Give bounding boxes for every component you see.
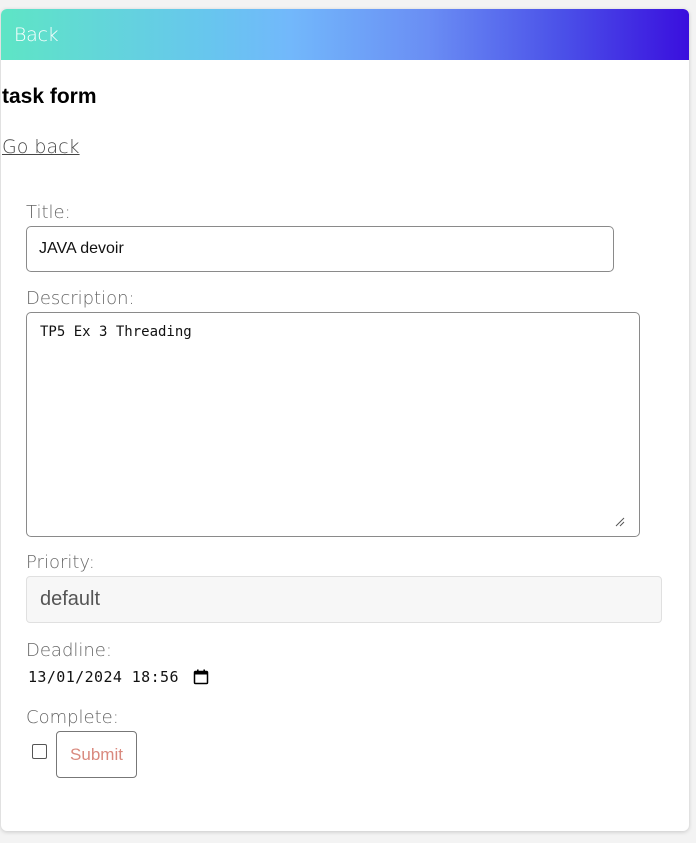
priority-label: Priority: [26,552,95,573]
calendar-icon[interactable] [193,669,209,685]
description-textarea[interactable]: TP5 Ex 3 Threading [26,312,640,537]
go-back-link[interactable]: Go back [2,136,80,158]
description-label: Description: [26,288,135,309]
resize-grip-icon[interactable] [613,515,625,527]
submit-button[interactable]: Submit [56,731,137,778]
priority-select[interactable]: default [26,576,662,623]
deadline-input[interactable]: 13/01/2024 18:56 [28,668,209,686]
title-input[interactable] [26,226,614,272]
back-link[interactable]: Back [14,24,59,46]
priority-selected-value: default [40,588,101,610]
title-label: Title: [26,202,71,223]
task-form-card: Back task form Go back Title: Descriptio… [1,9,689,831]
page-title: task form [2,85,97,108]
complete-checkbox[interactable] [32,744,47,759]
top-bar: Back [1,9,689,60]
complete-label: Complete: [26,707,119,728]
deadline-label: Deadline: [26,640,112,661]
deadline-value: 13/01/2024 18:56 [28,668,179,686]
